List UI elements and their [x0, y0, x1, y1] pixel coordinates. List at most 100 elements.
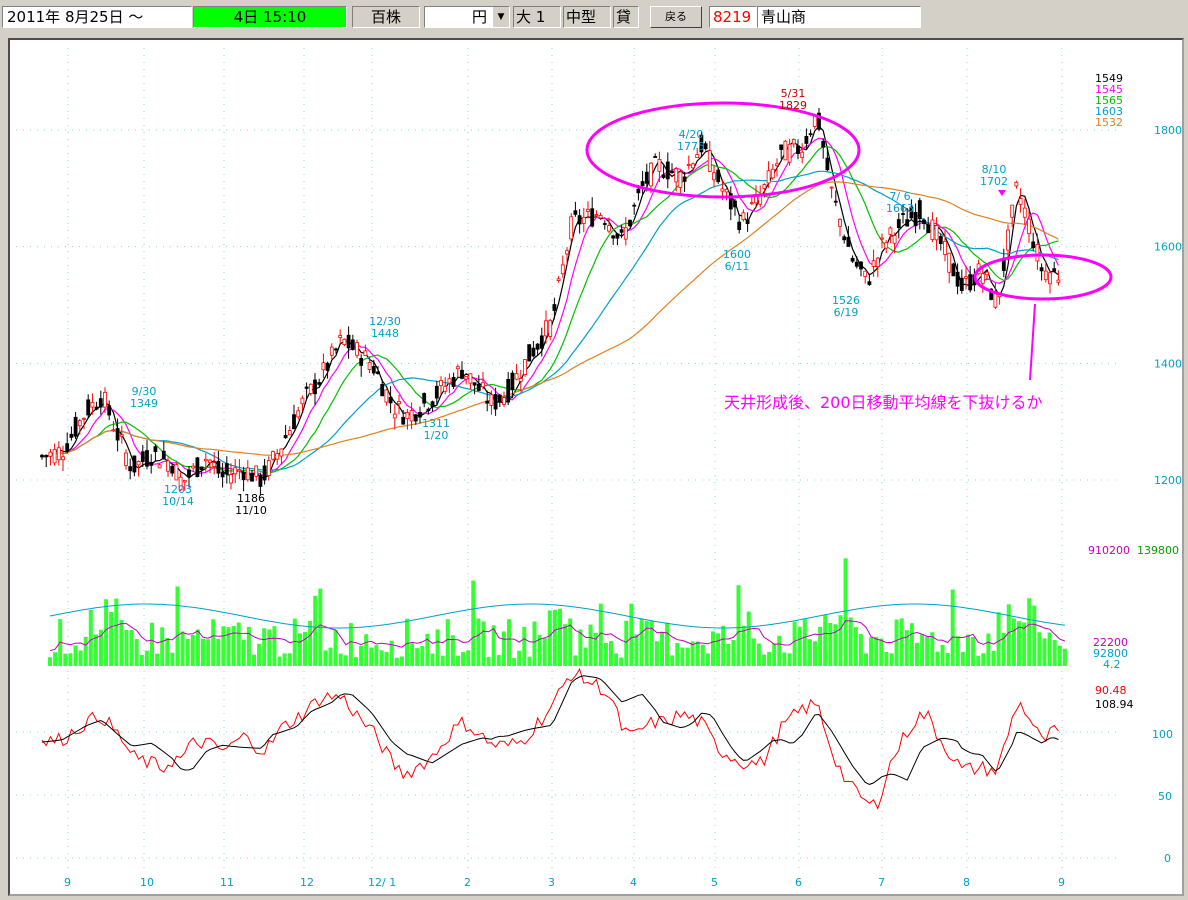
volume-bar	[945, 653, 950, 666]
stock-name-field[interactable]: 青山商	[757, 6, 921, 28]
volume-bar	[976, 655, 981, 666]
volume-bar	[1047, 632, 1052, 666]
candle-body	[472, 382, 477, 386]
volume-bar	[1052, 640, 1057, 666]
candle-body	[930, 219, 935, 240]
volume-bar	[889, 653, 894, 666]
volume-bar	[639, 618, 644, 666]
volume-bar	[282, 653, 287, 666]
volume-bar	[399, 656, 404, 666]
volume-bar	[507, 619, 511, 666]
candle-body	[716, 169, 721, 183]
size-label[interactable]: 大 1	[513, 6, 561, 28]
candle-body	[880, 237, 884, 240]
candle-body	[560, 264, 565, 275]
volume-bar	[940, 644, 945, 666]
volume-bar	[609, 641, 613, 666]
volume-bar	[721, 625, 726, 666]
volume-bar	[711, 631, 715, 666]
candle-body	[695, 154, 700, 159]
candle-body	[833, 200, 838, 203]
currency-select[interactable]: 円 ▼	[424, 6, 510, 28]
candle-body	[938, 236, 943, 245]
volume-bar	[165, 638, 170, 666]
candle-body	[338, 335, 343, 338]
candle-body	[52, 448, 57, 464]
volume-bar	[634, 634, 639, 666]
candle-body	[846, 236, 851, 247]
volume-bar	[527, 656, 532, 666]
candle-body	[682, 176, 687, 182]
candle-body	[468, 373, 473, 384]
stock-code-field[interactable]: 8219	[709, 6, 757, 28]
candle-body	[455, 366, 460, 370]
candle-body	[859, 261, 863, 270]
price-annotations: 9/301349120310/14 118611/1012/30144813111…	[130, 87, 1008, 517]
candle-body	[926, 224, 931, 234]
candle-body	[607, 225, 611, 232]
lend-label[interactable]: 貸	[613, 6, 639, 28]
y-tick-3: 1200	[1154, 474, 1182, 487]
candle-body	[531, 347, 536, 357]
volume-bar	[915, 642, 919, 666]
volume-bar	[552, 609, 557, 666]
model-label[interactable]: 中型	[563, 6, 611, 28]
candle-body	[111, 429, 116, 432]
candle-body	[56, 447, 61, 461]
callout-line	[1029, 303, 1036, 381]
volume-bar	[369, 647, 374, 666]
volume-bar	[333, 630, 338, 666]
candle-body	[783, 140, 788, 161]
x-tick-11: 8	[963, 876, 970, 889]
candle-body	[1052, 268, 1057, 272]
candle-body	[405, 412, 410, 419]
ma200-value: 1532	[1095, 116, 1123, 129]
candle-body	[451, 377, 456, 387]
volume-bar	[430, 653, 435, 666]
oscillator-line	[41, 667, 1059, 810]
candle-body	[98, 398, 103, 408]
volume-bar	[695, 641, 700, 666]
volume-bar	[231, 626, 236, 666]
candle-body	[632, 204, 637, 207]
volume-bar	[246, 626, 251, 666]
date-start-field[interactable]: 2011年 8月25日 ～	[2, 6, 192, 28]
y-tick-1: 1600	[1154, 241, 1182, 254]
candle-body	[292, 414, 296, 430]
candle-body	[170, 465, 175, 474]
volume-bar	[675, 643, 680, 666]
candle-body	[863, 270, 868, 277]
volume-bar	[1022, 622, 1027, 666]
candle-body	[283, 435, 288, 439]
candle-body	[825, 157, 830, 171]
candle-body	[581, 216, 586, 224]
candle-body	[317, 382, 322, 385]
volume-bar	[879, 638, 884, 666]
volume-bar	[904, 630, 909, 666]
volume-bar	[660, 631, 664, 666]
y-tick-0: 1800	[1154, 124, 1182, 137]
candle-body	[77, 420, 82, 427]
volume-bar	[226, 627, 231, 666]
candle-body	[775, 163, 779, 167]
volume-bar	[486, 656, 491, 666]
volume-bar	[700, 644, 705, 666]
volume-bar	[705, 653, 710, 666]
candle-body	[124, 452, 128, 466]
candle-body	[115, 428, 120, 441]
candle-body	[544, 320, 548, 337]
volume-bar	[716, 633, 721, 666]
back-button[interactable]: 戻る	[650, 6, 702, 28]
volume-bar	[348, 623, 353, 666]
candle-body	[896, 219, 901, 228]
candle-body	[1048, 272, 1052, 285]
date-span-field[interactable]: 4日 15:10	[193, 6, 347, 28]
x-tick-2: 11	[220, 876, 234, 889]
candle-body	[157, 464, 162, 469]
candle-body	[884, 242, 889, 249]
volume-bar	[746, 611, 751, 666]
volume-bar	[328, 647, 333, 666]
chevron-down-icon[interactable]: ▼	[493, 7, 509, 27]
volume-bar	[481, 621, 486, 666]
candle-body	[510, 372, 515, 391]
